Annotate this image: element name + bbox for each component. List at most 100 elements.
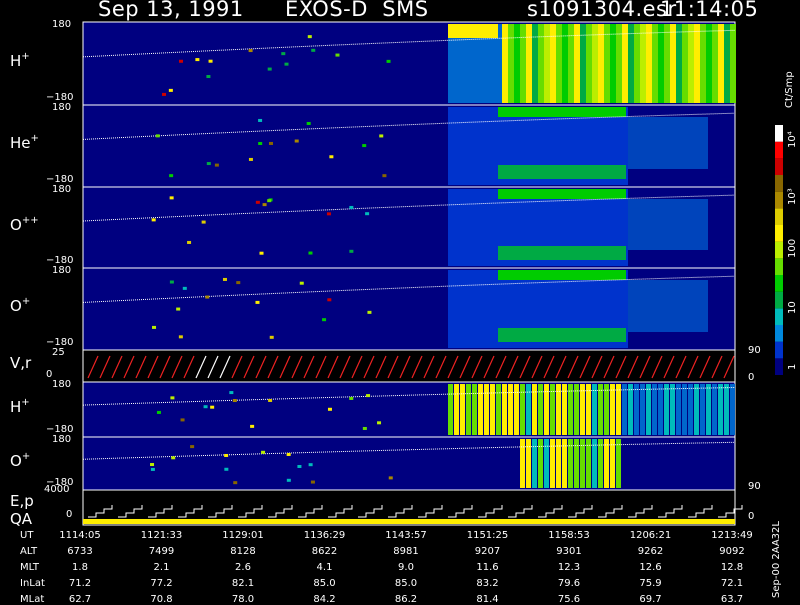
heat-cell: [284, 62, 289, 66]
heat-cell: [190, 445, 195, 449]
charge-label: +: [30, 133, 39, 144]
heat-cell: [152, 325, 157, 329]
table-cell: 85.0: [394, 578, 418, 589]
heat-cell: [670, 384, 675, 435]
heat-cell: [386, 59, 391, 63]
heat-cell: [327, 407, 332, 411]
heat-cell: [170, 396, 175, 400]
right-tick-90-b: 90: [748, 481, 761, 492]
panel-top-tick: 25: [52, 347, 65, 358]
heat-cell: [311, 48, 316, 52]
heat-cell: [258, 118, 263, 122]
heat-cell: [460, 384, 465, 435]
heat-cell: [448, 384, 453, 435]
heat-cell: [532, 24, 538, 103]
heat-cell: [610, 384, 615, 435]
heat-cell: [508, 384, 513, 435]
heat-cell: [586, 24, 592, 103]
heat-cell: [261, 450, 266, 454]
heat-cell: [388, 476, 393, 480]
heat-cell: [498, 270, 626, 280]
heat-cell: [195, 58, 200, 62]
table-cell: 71.2: [68, 578, 92, 589]
table-cell: 9262: [637, 546, 664, 557]
heat-cell: [203, 405, 208, 409]
colorbar-segment: [775, 325, 783, 342]
table-cell: 83.2: [476, 578, 499, 589]
species-label: O: [10, 297, 22, 315]
heat-cell: [544, 384, 549, 435]
heat-cell: [592, 24, 598, 103]
species-label: H: [10, 397, 22, 416]
charge-label: +: [21, 296, 31, 307]
heat-cell: [604, 384, 609, 435]
table-cell: 1129:01: [222, 530, 264, 541]
species-label: H: [10, 51, 22, 70]
panel-3-label: O+: [10, 296, 31, 315]
heat-cell: [498, 328, 626, 342]
colorbar-segment: [775, 141, 783, 159]
charge-label: +: [21, 50, 30, 62]
heat-cell: [367, 310, 372, 314]
colorbar-segment: [775, 291, 783, 309]
table-cell: 82.1: [231, 578, 255, 589]
panel-6-label: O+: [10, 451, 30, 470]
heat-cell: [616, 384, 621, 435]
heat-cell: [676, 384, 681, 435]
heat-cell: [514, 384, 519, 435]
right-tick-0: 0: [748, 372, 755, 383]
heat-cell: [544, 439, 549, 488]
heat-cell: [520, 384, 525, 435]
heat-cell: [498, 165, 626, 179]
table-cell: 12.6: [639, 562, 662, 573]
heat-cell: [308, 463, 313, 467]
species-label: O: [10, 215, 22, 234]
colorbar-segment: [775, 225, 783, 242]
heat-cell: [520, 439, 525, 488]
heat-cell: [562, 439, 567, 488]
heat-cell: [169, 196, 174, 200]
table-cell: 77.2: [150, 578, 173, 589]
table-cell: 9092: [719, 546, 745, 557]
heat-cell: [640, 384, 645, 435]
heat-cell: [580, 439, 585, 488]
heat-cell: [362, 144, 367, 148]
table-cell: 2.1: [153, 562, 170, 573]
heat-cell: [232, 399, 237, 403]
heat-cell: [622, 384, 627, 435]
heat-cell: [268, 398, 273, 402]
colorbar-segment: [775, 358, 783, 375]
table-cell: 1121:33: [140, 530, 183, 541]
heat-cell: [592, 384, 597, 435]
heat-cell: [262, 203, 267, 207]
table-cell: 79.6: [557, 578, 581, 589]
panel-top-tick: 180: [52, 379, 72, 390]
table-cell: 9301: [556, 546, 582, 557]
table-cell: 8128: [230, 546, 256, 557]
heat-cell: [454, 384, 459, 435]
species-label: V,r: [10, 354, 32, 372]
heat-cell: [580, 24, 586, 103]
right-tick-0-ep: 0: [748, 511, 755, 522]
heat-cell: [550, 384, 555, 435]
heat-cell: [526, 439, 531, 488]
panel-4-label: V,r: [10, 354, 31, 372]
heat-cell: [222, 277, 227, 281]
spectrogram-plot: [82, 21, 783, 526]
table-cell: 1151:25: [466, 530, 509, 541]
ep-top-tick: 4000: [44, 484, 70, 495]
heat-cell: [580, 384, 585, 435]
table-cell: 1206:21: [629, 530, 672, 541]
table-row-label: UT: [20, 530, 34, 541]
heat-cell: [520, 24, 526, 103]
heat-cell: [502, 384, 507, 435]
table-cell: 1114:05: [59, 530, 101, 541]
heat-cell: [299, 281, 304, 285]
species-label: He: [10, 134, 31, 152]
heat-cell: [169, 174, 174, 178]
colorbar-segment: [775, 258, 783, 275]
table-cell: 7499: [148, 546, 175, 557]
heat-cell: [259, 251, 264, 255]
heat-cell: [182, 286, 187, 290]
table-cell: 12.8: [720, 562, 744, 573]
